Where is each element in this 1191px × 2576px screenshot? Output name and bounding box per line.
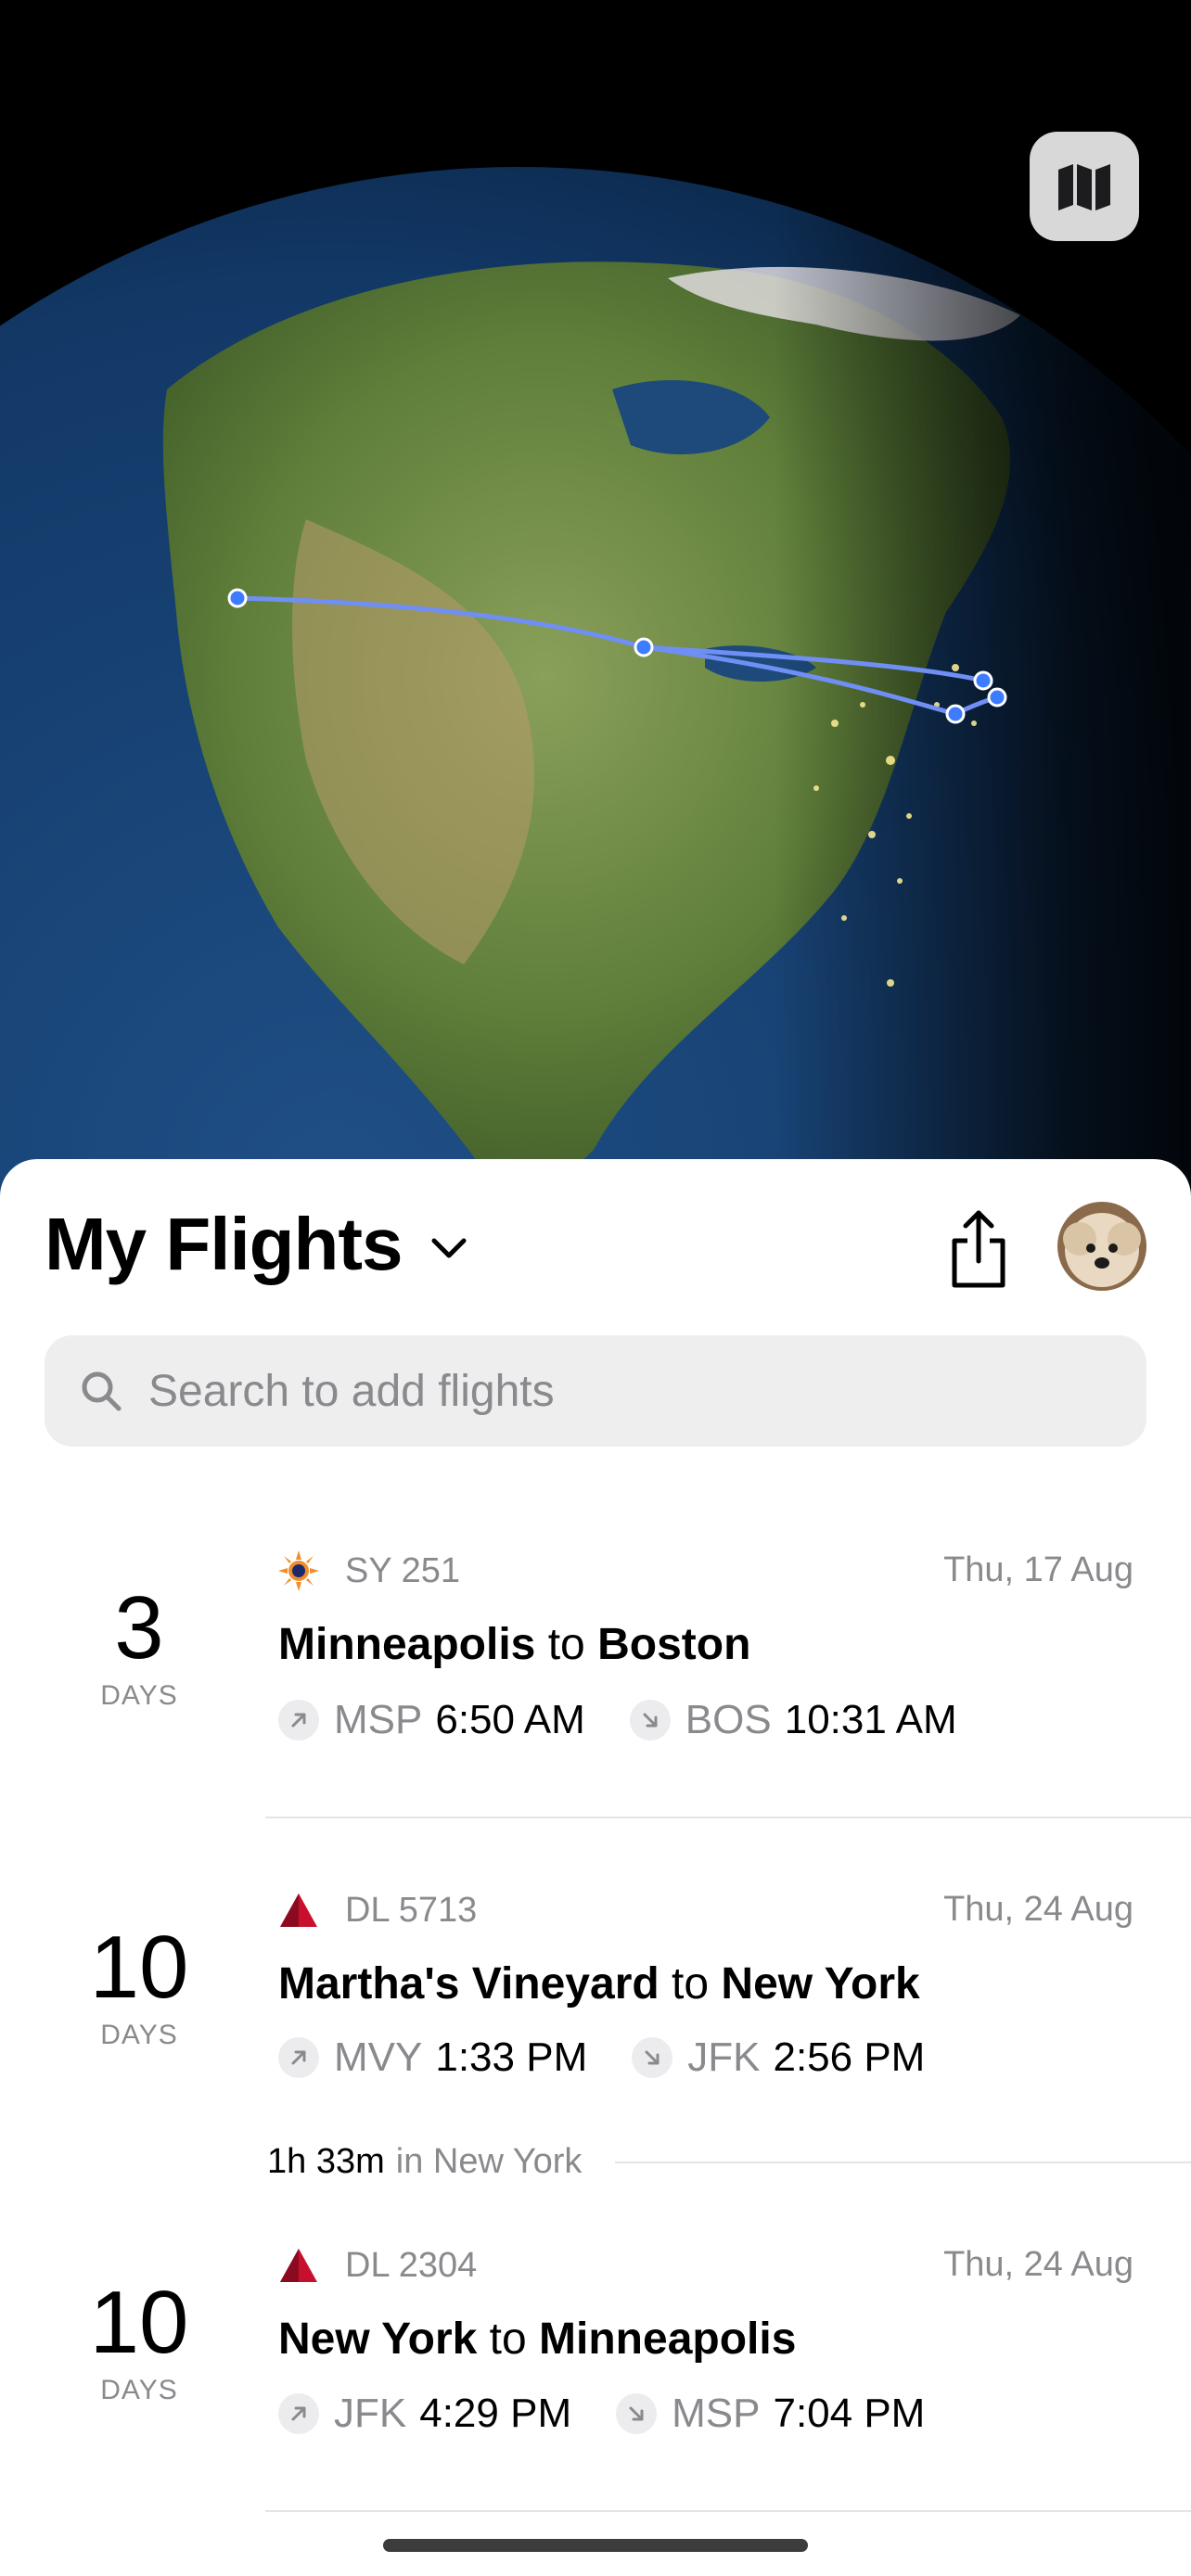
flight-date: Thu, 24 Aug <box>943 2245 1133 2284</box>
origin-city: Minneapolis <box>278 1620 536 1669</box>
arrow-down-right-icon <box>616 2393 658 2434</box>
days-label: DAYS <box>100 2375 178 2405</box>
dog-avatar-image <box>1057 1202 1146 1291</box>
origin-city: New York <box>278 2315 478 2364</box>
layover-location: in New York <box>395 2142 583 2181</box>
layover-duration: 1h 33m <box>267 2142 385 2181</box>
arrow-up-right-icon <box>278 1700 319 1741</box>
earth-globe-image <box>0 0 1191 1205</box>
flight-date: Thu, 24 Aug <box>943 1890 1133 1929</box>
profile-avatar[interactable] <box>1057 1202 1146 1291</box>
flight-number: SY 251 <box>345 1550 460 1590</box>
departure-time: 4:29 PM <box>419 2391 572 2436</box>
chevron-down-icon <box>431 1238 467 1258</box>
destination-city: Minneapolis <box>539 2315 797 2364</box>
delta-logo-icon <box>280 2249 317 2282</box>
divider <box>615 2161 1191 2163</box>
globe-map[interactable] <box>0 0 1191 1205</box>
divider <box>265 1817 1191 1818</box>
flight-times: MSP 6:50 AM BOS 10:31 AM <box>278 1697 1002 1743</box>
search-bar[interactable] <box>45 1335 1146 1447</box>
search-input[interactable] <box>147 1364 1078 1418</box>
arrival-time: 7:04 PM <box>773 2391 926 2436</box>
map-icon <box>1058 164 1110 210</box>
flight-number: DL 2304 <box>345 2245 478 2285</box>
days-count: 3 <box>114 1578 164 1677</box>
departure-airport: MVY <box>334 2034 423 2080</box>
flight-route: Martha's Vineyard to New York <box>278 1958 920 2009</box>
days-until: 10 DAYS <box>37 1921 241 2051</box>
divider <box>265 2510 1191 2512</box>
days-label: DAYS <box>100 2020 178 2050</box>
route-to: to <box>547 1620 585 1669</box>
arrival-time: 2:56 PM <box>773 2034 926 2080</box>
flight-times: JFK 4:29 PM MSP 7:04 PM <box>278 2391 969 2437</box>
arrow-up-right-icon <box>278 2393 319 2434</box>
days-label: DAYS <box>100 1680 178 1711</box>
arrow-down-right-icon <box>632 2037 673 2078</box>
departure-airport: JFK <box>334 2391 407 2436</box>
arrival-airport: JFK <box>687 2034 761 2080</box>
search-icon <box>82 1371 122 1411</box>
origin-city: Martha's Vineyard <box>278 1959 660 2009</box>
departure-airport: MSP <box>334 1697 423 1742</box>
route-to: to <box>489 2315 527 2364</box>
destination-city: New York <box>721 1959 920 2009</box>
flight-airline-row: DL 5713 <box>278 1890 477 1931</box>
flight-times: MVY 1:33 PM JFK 2:56 PM <box>278 2034 969 2081</box>
flights-list-selector[interactable]: My Flights <box>45 1202 467 1287</box>
arrow-down-right-icon <box>629 1700 671 1741</box>
flight-airline-row: SY 251 <box>278 1550 460 1591</box>
departure-time: 6:50 AM <box>435 1697 585 1742</box>
days-count: 10 <box>89 1918 189 2017</box>
route-to: to <box>672 1959 710 2009</box>
delta-logo-icon <box>280 1894 317 1927</box>
share-button[interactable] <box>941 1207 1016 1291</box>
share-icon <box>952 1210 1005 1288</box>
days-count: 10 <box>89 2273 189 2372</box>
flight-route: Minneapolis to Boston <box>278 1619 750 1670</box>
layover-info: 1h 33m in New York <box>267 2142 1191 2182</box>
arrival-time: 10:31 AM <box>784 1697 957 1742</box>
home-indicator[interactable] <box>383 2539 808 2552</box>
days-until: 10 DAYS <box>37 2276 241 2406</box>
page-title: My Flights <box>45 1203 403 1285</box>
arrival-airport: BOS <box>685 1697 772 1742</box>
arrow-up-right-icon <box>278 2037 319 2078</box>
destination-city: Boston <box>597 1620 751 1669</box>
departure-time: 1:33 PM <box>435 2034 588 2080</box>
days-until: 3 DAYS <box>37 1582 241 1712</box>
flight-date: Thu, 17 Aug <box>943 1550 1133 1589</box>
flight-route: New York to Minneapolis <box>278 2314 796 2365</box>
flight-number: DL 5713 <box>345 1890 478 1930</box>
sun-country-logo-icon <box>278 1550 319 1591</box>
arrival-airport: MSP <box>672 2391 761 2436</box>
map-style-button[interactable] <box>1030 132 1139 241</box>
flight-airline-row: DL 2304 <box>278 2245 477 2286</box>
